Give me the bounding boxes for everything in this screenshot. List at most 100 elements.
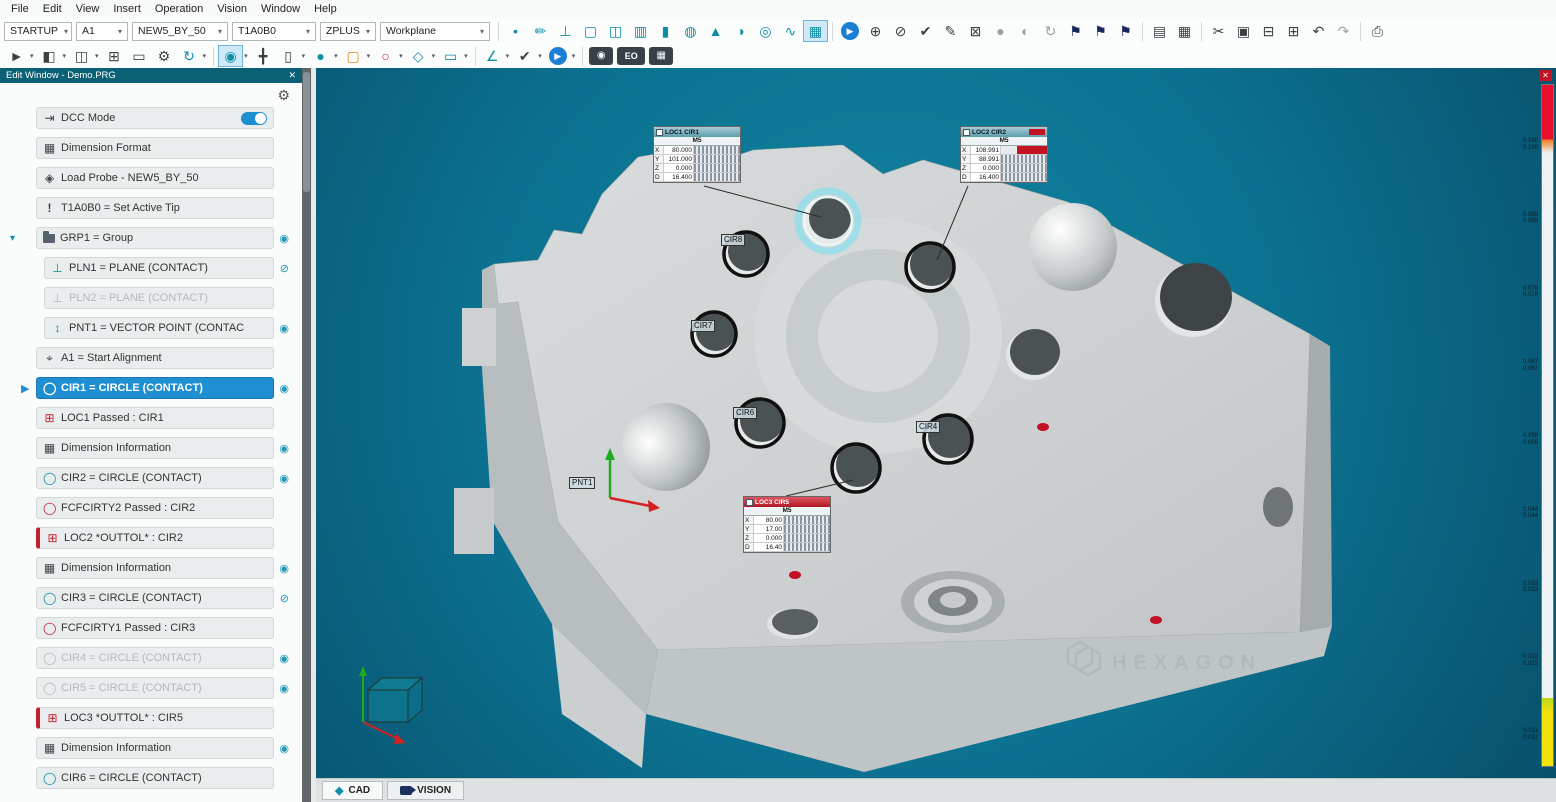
dimension-label-titlebar[interactable]: LOC2 CIR2	[961, 127, 1047, 137]
visibility-eye-icon[interactable]: ◉	[279, 742, 289, 755]
comment-icon[interactable]: ▭	[127, 45, 152, 67]
gage-button[interactable]: ▭▾	[438, 45, 468, 67]
sidebar-item-dimension-info-3[interactable]: ▦ Dimension Information	[36, 737, 274, 759]
bookmark-icon[interactable]: ⚑	[1063, 20, 1088, 42]
circle-icon[interactable]: ◎	[753, 20, 778, 42]
clip-plane-button[interactable]: ▢▾	[341, 45, 371, 67]
cone-icon[interactable]: ▲	[703, 20, 728, 42]
alignment-dropdown[interactable]: STARTUP ▾	[4, 22, 72, 41]
sidebar-item-cir2[interactable]: ◯ CIR2 = CIRCLE (CONTACT)	[36, 467, 274, 489]
sidebar-item-cir5[interactable]: ◯ CIR5 = CIRCLE (CONTACT)	[36, 677, 274, 699]
bookmark-icon[interactable]: ⚑	[1113, 20, 1138, 42]
visibility-eye-icon[interactable]: ◉	[279, 322, 289, 335]
plane-icon[interactable]: ⊥	[553, 20, 578, 42]
visibility-eye-icon[interactable]: ◉	[279, 382, 289, 395]
sidebar-item-cir4[interactable]: ◯ CIR4 = CIRCLE (CONTACT)	[36, 647, 274, 669]
sidebar-item-loc1[interactable]: ⊞ LOC1 Passed : CIR1	[36, 407, 274, 429]
sidebar-item-grp1-group[interactable]: GRP1 = Group	[36, 227, 274, 249]
menu-item-operation[interactable]: Operation	[148, 2, 210, 16]
probe-file-button[interactable]: ◫▾	[69, 45, 99, 67]
undo-icon[interactable]: ↶	[1306, 20, 1331, 42]
sidebar-item-load-probe[interactable]: ◈ Load Probe - NEW5_BY_50	[36, 167, 274, 189]
menu-item-vision[interactable]: Vision	[210, 2, 254, 16]
visibility-eye-icon[interactable]: ◉	[279, 472, 289, 485]
visibility-eye-icon[interactable]: ◉	[279, 442, 289, 455]
graphics-viewport[interactable]: HEXAGON CIR8 CIR7 CIR6 CIR4 PNT1 LOC1 CI…	[316, 68, 1556, 779]
probe-dropdown[interactable]: NEW5_BY_50 ▾	[132, 22, 228, 41]
probe-toggle-button[interactable]: ►▾	[4, 45, 34, 67]
pattern-icon[interactable]: ⊞	[1281, 20, 1306, 42]
visibility-eye-off-icon[interactable]: ⊘	[280, 592, 289, 605]
visibility-eye-icon[interactable]: ◉	[279, 652, 289, 665]
round-slot-icon[interactable]: ▢	[578, 20, 603, 42]
dimension-label-loc3[interactable]: LOC3 CIR5 M5 X 80.00 Y 17.00 Z 0.000 D 1…	[743, 496, 831, 553]
image-icon[interactable]: ▦	[649, 47, 673, 65]
expander-icon[interactable]: ▾	[10, 233, 15, 244]
axes-icon[interactable]: ╋	[251, 45, 276, 67]
report-grid-icon[interactable]: ▦	[1172, 20, 1197, 42]
delete-command-icon[interactable]: ⊠	[963, 20, 988, 42]
cylinder-icon[interactable]: ◍	[678, 20, 703, 42]
square-slot-icon[interactable]: ◫	[603, 20, 628, 42]
view-layout-button[interactable]: ▯▾	[276, 45, 306, 67]
sidebar-item-pln2[interactable]: ⊥ PLN2 = PLANE (CONTACT)	[44, 287, 274, 309]
sidebar-item-fcfcirty1[interactable]: ◯ FCFCIRTY1 Passed : CIR3	[36, 617, 274, 639]
sphere-icon[interactable]: ◑	[728, 20, 753, 42]
feature-tag-pnt1[interactable]: PNT1	[569, 477, 595, 489]
cad-view-button[interactable]: ◧▾	[37, 45, 67, 67]
workplane-axis-dropdown[interactable]: ZPLUS ▾	[320, 22, 376, 41]
redo-icon[interactable]: ↷	[1331, 20, 1356, 42]
sidebar-item-dimension-info-1[interactable]: ▦ Dimension Information	[36, 437, 274, 459]
half-view-icon[interactable]: ◐	[1013, 20, 1038, 42]
tab-cad[interactable]: ◆ CAD	[322, 781, 383, 800]
edit-command-icon[interactable]: ✎	[938, 20, 963, 42]
feature-tag-cir8[interactable]: CIR8	[721, 234, 745, 246]
menu-item-view[interactable]: View	[69, 2, 107, 16]
sidebar-item-pln1[interactable]: ⊥ PLN1 = PLANE (CONTACT)	[44, 257, 274, 279]
sidebar-item-dimension-format[interactable]: ▦ Dimension Format	[36, 137, 274, 159]
visibility-eye-off-icon[interactable]: ⊘	[280, 262, 289, 275]
sidebar-item-dimension-info-2[interactable]: ▦ Dimension Information	[36, 557, 274, 579]
shaded-sphere-button[interactable]: ◉▾	[218, 45, 248, 67]
feature-tag-cir6[interactable]: CIR6	[733, 407, 757, 419]
shaded-view-icon[interactable]: ●	[988, 20, 1013, 42]
analysis-button[interactable]: ◇▾	[406, 45, 436, 67]
rotate-button[interactable]: ↻▾	[177, 45, 207, 67]
menu-item-file[interactable]: File	[4, 2, 36, 16]
sidebar-item-start-alignment[interactable]: ⌖ A1 = Start Alignment	[36, 347, 274, 369]
notch-icon[interactable]: ▥	[628, 20, 653, 42]
dcc-mode-toggle[interactable]	[241, 112, 267, 125]
quick-feature-icon[interactable]: ▦	[803, 20, 828, 42]
menu-item-help[interactable]: Help	[307, 2, 344, 16]
sidebar-item-cir1-selected[interactable]: ◯ CIR1 = CIRCLE (CONTACT)	[36, 377, 274, 399]
dimension-label-loc2[interactable]: LOC2 CIR2 M5 X 108.991 Y 88.991 Z 0.000 …	[960, 126, 1048, 183]
gear-icon[interactable]: ⚙	[277, 87, 290, 104]
tip-dropdown[interactable]: T1A0B0 ▾	[232, 22, 316, 41]
dimension-label-titlebar[interactable]: LOC3 CIR5	[744, 497, 830, 507]
run-button[interactable]: ▶▾	[545, 47, 576, 65]
menu-item-insert[interactable]: Insert	[106, 2, 148, 16]
cut-icon[interactable]: ✂	[1206, 20, 1231, 42]
confirm-icon[interactable]: ✔	[913, 20, 938, 42]
sidebar-item-cir3[interactable]: ◯ CIR3 = CIRCLE (CONTACT)	[36, 587, 274, 609]
execute-program-icon[interactable]: ▶	[841, 22, 859, 40]
refresh-icon[interactable]: ↻	[1038, 20, 1063, 42]
tolerance-button[interactable]: ○▾	[373, 45, 403, 67]
settings-icon[interactable]: ⚙	[152, 45, 177, 67]
copy-icon[interactable]: ▣	[1231, 20, 1256, 42]
window-grid-icon[interactable]: ⊞	[102, 45, 127, 67]
close-icon[interactable]: ✕	[288, 70, 296, 81]
sidebar-item-loc3-outtol[interactable]: ⊞ LOC3 *OUTTOL* : CIR5	[36, 707, 274, 729]
edit-window-scrollbar[interactable]	[302, 68, 311, 802]
point-icon[interactable]: •	[503, 20, 528, 42]
sidebar-item-pnt1[interactable]: ↕ PNT1 = VECTOR POINT (CONTAC	[44, 317, 274, 339]
angle-button[interactable]: ∠▾	[480, 45, 510, 67]
view-orientation-cube[interactable]	[359, 666, 422, 744]
dimension-label-titlebar[interactable]: LOC1 CIR1	[654, 127, 740, 137]
feature-tag-cir4[interactable]: CIR4	[916, 421, 940, 433]
sidebar-item-dcc-mode[interactable]: ⇥ DCC Mode	[36, 107, 274, 129]
menu-item-window[interactable]: Window	[254, 2, 307, 16]
eo-button[interactable]: EO	[617, 47, 645, 65]
workplane-dropdown[interactable]: Workplane ▾	[380, 22, 490, 41]
verify-button[interactable]: ✔▾	[512, 45, 542, 67]
